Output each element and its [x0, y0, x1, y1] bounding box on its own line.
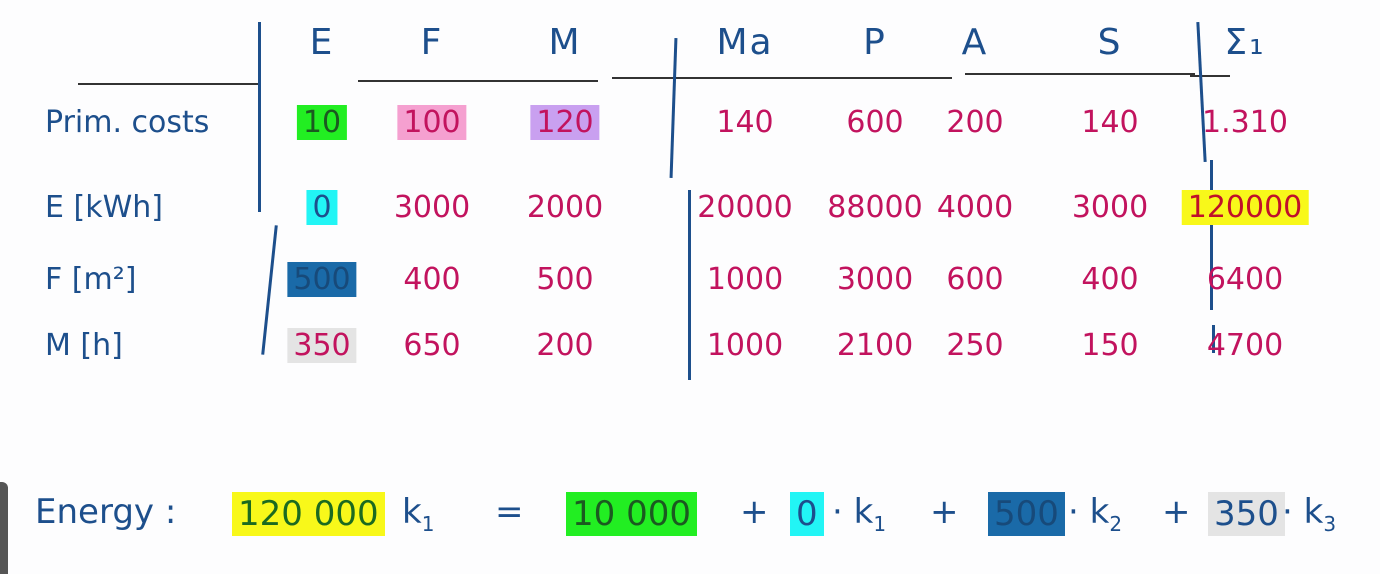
table-cell: 140	[716, 105, 774, 140]
equation-k3: · k3	[1282, 492, 1336, 536]
table-cell: 150	[1081, 328, 1139, 363]
column-header: A	[961, 22, 989, 63]
equation-lhs: 120 000	[232, 492, 385, 536]
column-header: P	[863, 22, 887, 63]
table-cell: 4700	[1206, 328, 1284, 363]
equation-label: Energy :	[35, 492, 177, 532]
row-label: E [kWh]	[45, 190, 163, 225]
column-divider	[261, 225, 278, 355]
header-underline	[965, 73, 1195, 75]
table-cell: 20000	[697, 190, 793, 225]
table-cell: 500	[287, 262, 357, 297]
row-label: F [m²]	[45, 262, 137, 297]
equation-k1: k1	[402, 492, 434, 536]
dot: ·	[1282, 492, 1293, 532]
table-cell: 650	[403, 328, 461, 363]
table-cell: 1000	[706, 328, 784, 363]
dot: ·	[1068, 492, 1079, 532]
table-cell: 6400	[1206, 262, 1284, 297]
plus-sign: +	[740, 492, 769, 532]
table-cell: 350	[287, 328, 357, 363]
column-header: F	[420, 22, 444, 63]
table-cell: 120	[530, 105, 600, 140]
column-header: S	[1097, 22, 1123, 63]
table-cell: 250	[946, 328, 1004, 363]
equals-sign: =	[495, 492, 524, 532]
header-underline	[78, 83, 258, 85]
column-divider	[1196, 22, 1207, 162]
k-symbol: k	[853, 492, 874, 532]
subscript: 3	[1323, 511, 1337, 536]
table-cell: 10	[296, 105, 348, 140]
column-header: E	[309, 22, 335, 63]
table-cell: 0	[306, 190, 338, 225]
equation-k2: · k2	[1068, 492, 1122, 536]
table-cell: 400	[403, 262, 461, 297]
subscript: 2	[1109, 511, 1123, 536]
column-divider	[669, 37, 678, 179]
window-edge	[0, 482, 8, 574]
table-cell: 88000	[827, 190, 923, 225]
table-cell: 3000	[836, 262, 914, 297]
plus-sign: +	[930, 492, 959, 532]
table-cell: 400	[1081, 262, 1139, 297]
table-cell: 3000	[393, 190, 471, 225]
header-underline	[1190, 75, 1230, 77]
table-cell: 200	[536, 328, 594, 363]
table-cell: 2000	[526, 190, 604, 225]
plus-sign: +	[1162, 492, 1191, 532]
k-symbol: k	[1303, 492, 1324, 532]
table-cell: 3000	[1071, 190, 1149, 225]
equation-term-f: 500	[988, 492, 1065, 536]
table-cell: 200	[946, 105, 1004, 140]
k-symbol: k	[402, 492, 422, 532]
table-cell: 120000	[1181, 190, 1309, 225]
dot: ·	[832, 492, 843, 532]
table-cell: 2100	[836, 328, 914, 363]
table-cell: 4000	[936, 190, 1014, 225]
header-underline	[612, 77, 952, 79]
k-symbol: k	[1089, 492, 1110, 532]
equation-k1: · k1	[832, 492, 886, 536]
table-cell: 1000	[706, 262, 784, 297]
column-header: Σ₁	[1224, 22, 1266, 63]
column-header: M	[548, 22, 582, 63]
table-cell: 140	[1081, 105, 1139, 140]
table-cell: 600	[946, 262, 1004, 297]
table-cell: 500	[536, 262, 594, 297]
equation-term-fixed: 10 000	[566, 492, 697, 536]
equation-term-e: 0	[790, 492, 824, 536]
row-label: M [h]	[45, 328, 123, 363]
table-cell: 100	[397, 105, 467, 140]
row-label: Prim. costs	[45, 105, 210, 140]
subscript: 1	[421, 511, 435, 536]
equation-term-m: 350	[1208, 492, 1285, 536]
header-underline	[358, 80, 598, 82]
column-divider	[258, 22, 261, 212]
table-cell: 1.310	[1202, 105, 1288, 140]
subscript: 1	[873, 511, 887, 536]
column-header: Ma	[716, 22, 774, 63]
table-cell: 600	[846, 105, 904, 140]
